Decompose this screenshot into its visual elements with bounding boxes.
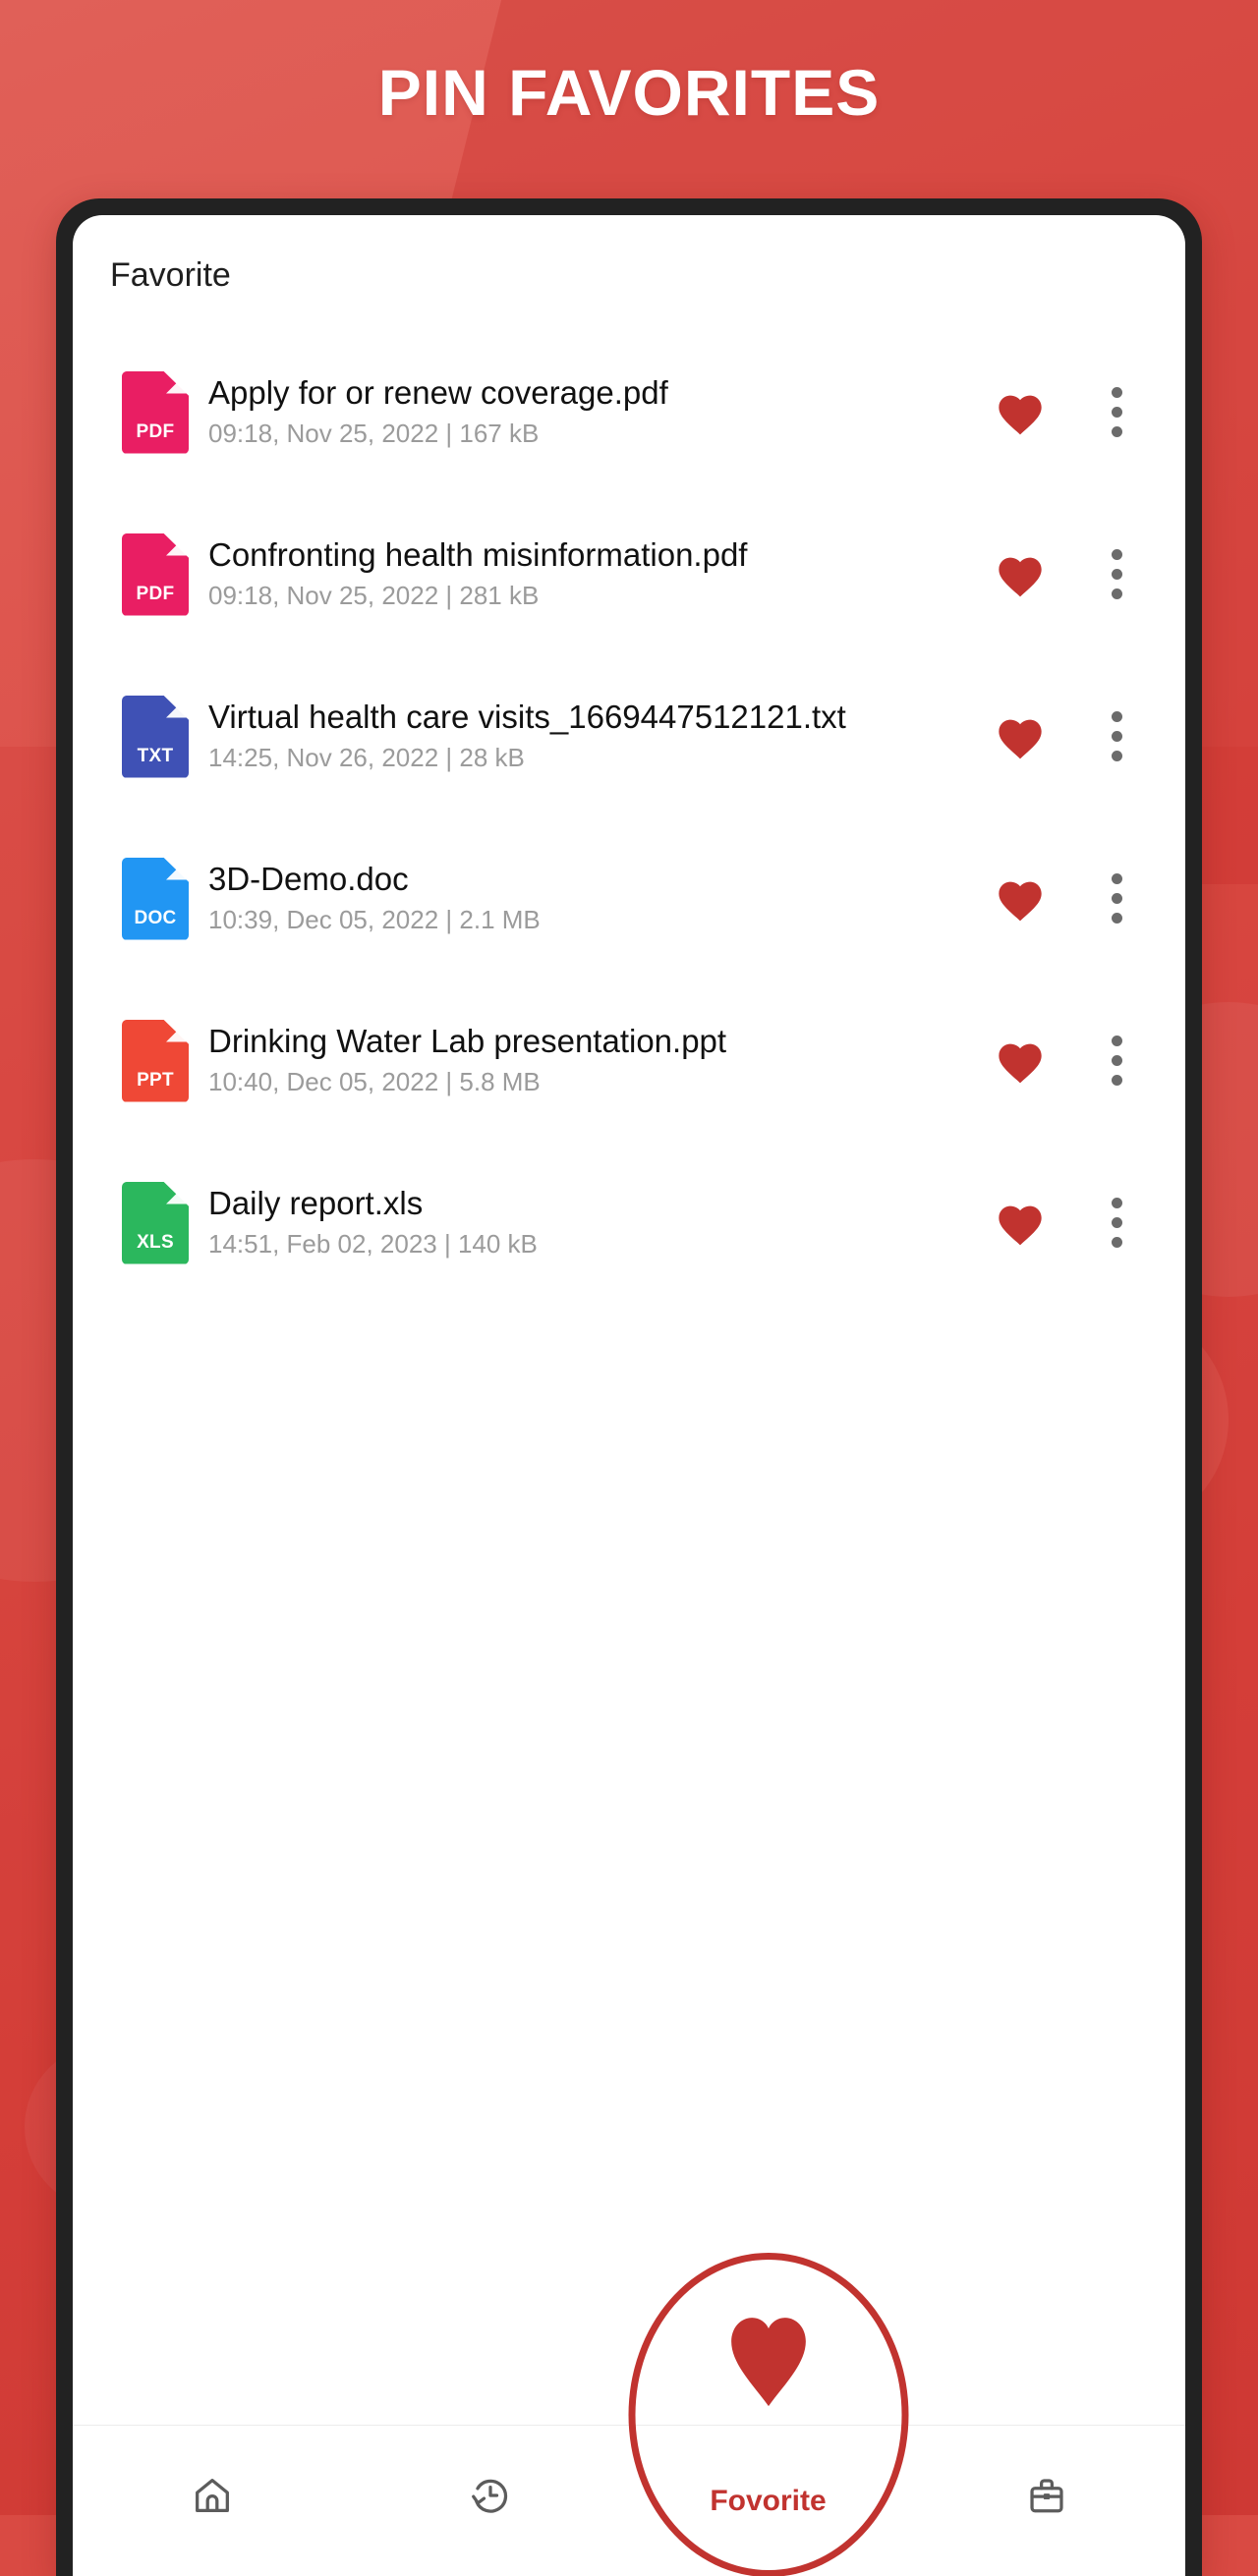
heart-icon bbox=[999, 557, 1042, 596]
heart-icon bbox=[999, 719, 1042, 758]
three-dots-vertical-icon bbox=[1111, 1036, 1122, 1086]
nav-item-recent[interactable] bbox=[351, 2426, 629, 2576]
three-dots-vertical-icon bbox=[1111, 1198, 1122, 1248]
file-text-cell: Confronting health misinformation.pdf 09… bbox=[202, 536, 961, 611]
file-icon-cell: PPT bbox=[108, 1019, 202, 1102]
file-meta: 10:40, Dec 05, 2022 | 5.8 MB bbox=[208, 1066, 541, 1096]
xls-file-icon: XLS bbox=[122, 1181, 189, 1264]
favorite-toggle[interactable] bbox=[961, 389, 1079, 436]
file-extension-label: PDF bbox=[136, 583, 175, 604]
nav-label-favorite: Fovorite bbox=[710, 2484, 827, 2517]
file-list-item[interactable]: DOC 3D-Demo.doc 10:39, Dec 05, 2022 | 2.… bbox=[73, 817, 1185, 980]
file-icon-cell: PDF bbox=[108, 370, 202, 454]
pdf-file-icon: PDF bbox=[122, 532, 189, 616]
file-text-cell: Drinking Water Lab presentation.ppt 10:4… bbox=[202, 1023, 961, 1097]
file-meta: 09:18, Nov 25, 2022 | 281 kB bbox=[208, 580, 540, 610]
three-dots-vertical-icon bbox=[1111, 711, 1122, 761]
doc-file-icon: DOC bbox=[122, 857, 189, 940]
file-extension-label: DOC bbox=[134, 907, 177, 928]
file-icon-cell: XLS bbox=[108, 1181, 202, 1264]
file-text-cell: Virtual health care visits_1669447512121… bbox=[202, 699, 961, 773]
file-name: Virtual health care visits_1669447512121… bbox=[208, 699, 846, 736]
file-extension-label: TXT bbox=[137, 745, 174, 766]
file-meta: 14:51, Feb 02, 2023 | 140 kB bbox=[208, 1228, 538, 1259]
file-name: Drinking Water Lab presentation.ppt bbox=[208, 1023, 727, 1060]
file-name: Daily report.xls bbox=[208, 1185, 424, 1222]
overflow-menu-button[interactable] bbox=[1079, 549, 1154, 599]
three-dots-vertical-icon bbox=[1111, 549, 1122, 599]
nav-item-favorite[interactable]: Fovorite bbox=[628, 2253, 908, 2576]
favorite-file-list: PDF Apply for or renew coverage.pdf 09:1… bbox=[73, 331, 1185, 1304]
favorite-toggle[interactable] bbox=[961, 713, 1079, 760]
phone-mockup: Favorite PDF Apply for or renew coverage… bbox=[56, 198, 1202, 2576]
favorite-toggle[interactable] bbox=[961, 1037, 1079, 1085]
file-extension-label: PDF bbox=[136, 420, 175, 442]
file-meta: 10:39, Dec 05, 2022 | 2.1 MB bbox=[208, 904, 541, 934]
file-name: Apply for or renew coverage.pdf bbox=[208, 374, 668, 412]
file-meta: 09:18, Nov 25, 2022 | 167 kB bbox=[208, 418, 540, 448]
nav-item-home[interactable] bbox=[73, 2426, 351, 2576]
file-list-item[interactable]: PDF Confronting health misinformation.pd… bbox=[73, 493, 1185, 655]
file-icon-cell: DOC bbox=[108, 857, 202, 940]
briefcase-icon bbox=[1024, 2473, 1069, 2523]
file-name: 3D-Demo.doc bbox=[208, 861, 409, 898]
overflow-menu-button[interactable] bbox=[1079, 873, 1154, 924]
home-icon bbox=[190, 2473, 235, 2523]
file-meta: 14:25, Nov 26, 2022 | 28 kB bbox=[208, 742, 525, 772]
heart-icon bbox=[999, 881, 1042, 921]
txt-file-icon: TXT bbox=[122, 695, 189, 778]
bottom-navigation-bar: Fovorite bbox=[73, 2253, 1185, 2576]
overflow-menu-button[interactable] bbox=[1079, 387, 1154, 437]
file-text-cell: Apply for or renew coverage.pdf 09:18, N… bbox=[202, 374, 961, 449]
ppt-file-icon: PPT bbox=[122, 1019, 189, 1102]
file-extension-label: XLS bbox=[137, 1231, 174, 1253]
file-text-cell: 3D-Demo.doc 10:39, Dec 05, 2022 | 2.1 MB bbox=[202, 861, 961, 935]
three-dots-vertical-icon bbox=[1111, 873, 1122, 924]
overflow-menu-button[interactable] bbox=[1079, 711, 1154, 761]
heart-icon bbox=[999, 1205, 1042, 1245]
pdf-file-icon: PDF bbox=[122, 370, 189, 454]
file-list-item[interactable]: TXT Virtual health care visits_166944751… bbox=[73, 655, 1185, 817]
file-icon-cell: TXT bbox=[108, 695, 202, 778]
page-title: Favorite bbox=[110, 256, 231, 294]
file-name: Confronting health misinformation.pdf bbox=[208, 536, 748, 574]
file-icon-cell: PDF bbox=[108, 532, 202, 616]
overflow-menu-button[interactable] bbox=[1079, 1036, 1154, 1086]
phone-screen: Favorite PDF Apply for or renew coverage… bbox=[73, 215, 1185, 2576]
favorite-toggle[interactable] bbox=[961, 551, 1079, 598]
overflow-menu-button[interactable] bbox=[1079, 1198, 1154, 1248]
nav-item-tools[interactable] bbox=[907, 2426, 1185, 2576]
file-list-item[interactable]: XLS Daily report.xls 14:51, Feb 02, 2023… bbox=[73, 1142, 1185, 1304]
history-icon bbox=[468, 2473, 513, 2523]
promo-headline: PIN FAVORITES bbox=[377, 56, 881, 129]
file-extension-label: PPT bbox=[137, 1069, 174, 1091]
favorite-toggle[interactable] bbox=[961, 875, 1079, 923]
heart-icon bbox=[999, 395, 1042, 434]
file-list-item[interactable]: PDF Apply for or renew coverage.pdf 09:1… bbox=[73, 331, 1185, 493]
three-dots-vertical-icon bbox=[1111, 387, 1122, 437]
annotation-heart-icon bbox=[730, 2318, 806, 2407]
file-list-item[interactable]: PPT Drinking Water Lab presentation.ppt … bbox=[73, 980, 1185, 1142]
favorite-toggle[interactable] bbox=[961, 1200, 1079, 1247]
heart-icon bbox=[999, 1043, 1042, 1083]
file-text-cell: Daily report.xls 14:51, Feb 02, 2023 | 1… bbox=[202, 1185, 961, 1260]
